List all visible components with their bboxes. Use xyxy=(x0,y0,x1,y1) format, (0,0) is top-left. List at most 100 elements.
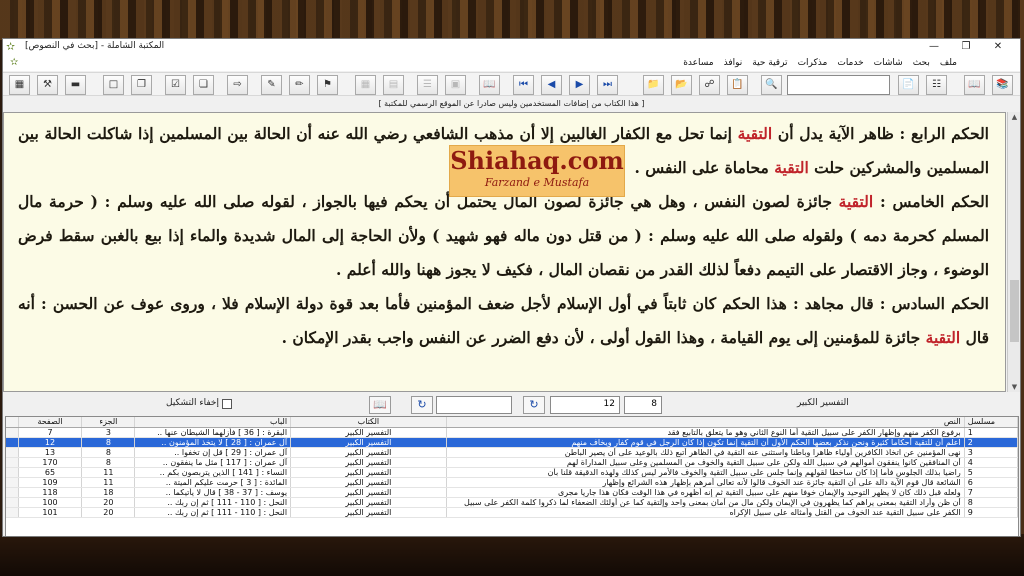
page-input[interactable]: 12 xyxy=(550,396,620,414)
cell-part: 11 xyxy=(81,477,136,488)
cell-text: برفوع الكفر منهم وإظهار الكفر على سبيل ا… xyxy=(446,427,965,438)
library-icon[interactable]: 📖 xyxy=(964,75,985,95)
note-icon[interactable]: ✎ xyxy=(261,75,282,95)
book-view-icon[interactable]: 📖 xyxy=(369,396,391,414)
minimize-button[interactable]: — xyxy=(918,39,950,55)
cell-part: 8 xyxy=(81,457,136,468)
header-text[interactable]: النص xyxy=(446,417,965,428)
part-search-input[interactable] xyxy=(436,396,512,414)
cell-part: 8 xyxy=(81,447,136,458)
search-results-grid[interactable]: الصفحة الجزء الباب الكتاب النص مسلسل 73ا… xyxy=(5,416,1019,536)
scroll-thumb[interactable] xyxy=(1010,280,1019,342)
cell-part: 8 xyxy=(81,437,136,448)
table-row[interactable]: 12 8 آل عمران : [ 28 ] لا يتخذ المؤمنون ..… xyxy=(6,437,1018,448)
new-document-icon[interactable]: □ xyxy=(103,75,124,95)
header-page[interactable]: الصفحة xyxy=(18,417,83,428)
menu-windows[interactable]: نوافذ xyxy=(719,58,748,68)
open-folder-icon[interactable]: 📂 xyxy=(671,75,692,95)
row-gutter[interactable] xyxy=(6,497,19,508)
cell-serial: 7 xyxy=(964,487,1018,498)
copy-icon[interactable]: ❐ xyxy=(131,75,152,95)
cell-serial: 1 xyxy=(964,427,1018,438)
menu-help[interactable]: مساعدة xyxy=(678,58,718,68)
tools-icon[interactable]: ⚒ xyxy=(37,75,58,95)
cell-book: التفسير الكبير xyxy=(290,477,447,488)
folder-icon[interactable]: 📁 xyxy=(643,75,664,95)
tree-icon[interactable]: ☷ xyxy=(926,75,947,95)
row-gutter-header xyxy=(6,417,19,428)
previous-page-icon[interactable]: ◀ xyxy=(541,75,562,95)
cell-serial: 9 xyxy=(964,507,1018,518)
results-header-row: الصفحة الجزء الباب الكتاب النص مسلسل xyxy=(6,417,1018,428)
bookmark-icon[interactable]: ⚑ xyxy=(317,75,338,95)
hide-diacritics-checkbox[interactable] xyxy=(222,399,232,409)
binoculars-icon[interactable]: ☍ xyxy=(699,75,720,95)
maximize-button[interactable]: ❐ xyxy=(950,39,982,55)
header-serial[interactable]: مسلسل xyxy=(964,417,1018,428)
row-gutter[interactable] xyxy=(6,427,19,438)
row-gutter[interactable] xyxy=(6,447,19,458)
menu-live-update[interactable]: ترقية حية xyxy=(747,58,792,68)
pencil-icon[interactable]: ✏ xyxy=(289,75,310,95)
toolbar-search-input[interactable] xyxy=(787,75,890,95)
tag-icon[interactable]: ▬ xyxy=(65,75,86,95)
row-gutter[interactable] xyxy=(6,457,19,468)
watermark-title: Shiahaq.com xyxy=(450,146,624,175)
cell-book: التفسير الكبير xyxy=(290,507,447,518)
row-gutter[interactable] xyxy=(6,487,19,498)
clipboard-icon[interactable]: 📋 xyxy=(727,75,748,95)
menu-search[interactable]: بحث xyxy=(908,58,935,68)
row-gutter[interactable] xyxy=(6,477,19,488)
menu-notes[interactable]: مذكرات xyxy=(793,58,833,68)
row-gutter[interactable] xyxy=(6,467,19,478)
header-chapter[interactable]: الباب xyxy=(134,417,292,428)
new-note-icon[interactable]: 📄 xyxy=(898,75,919,95)
books-icon[interactable]: 📚 xyxy=(992,75,1013,95)
table-row[interactable]: 101 20 النحل : [ 110 - 111 ] ثم إن ربك .. ا… xyxy=(6,507,1018,518)
table-row[interactable]: 170 8 آل عمران : [ 117 ] مثل ما ينفقون .. ا… xyxy=(6,457,1018,468)
disabled-list-icon: ☰ xyxy=(417,75,438,95)
toolbar: ▦ ⚒ ▬ □ ❐ ☑ ❏ ⇨ ✎ ✏ ⚑ ▦ ▤ ☰ ▣ 📖 ⏮ ◀ ▶ ⏭ … xyxy=(3,72,1020,96)
open-book-icon[interactable]: 📖 xyxy=(479,75,500,95)
row-gutter[interactable] xyxy=(6,437,19,448)
cell-page: 13 xyxy=(18,447,83,458)
checklist-icon[interactable]: ☑ xyxy=(165,75,186,95)
part-input[interactable]: 8 xyxy=(624,396,662,414)
pages-icon[interactable]: ❏ xyxy=(193,75,214,95)
find-icon[interactable]: 🔍 xyxy=(761,75,782,95)
close-button[interactable]: ✕ xyxy=(982,39,1014,55)
cell-chapter: يوسف : [ 37 - 38 ] قال لا يأتيكما .. xyxy=(134,487,292,498)
cell-chapter: النساء : [ 141 ] الذين يتربصون بكم .. xyxy=(134,467,292,478)
scroll-down-icon[interactable]: ▼ xyxy=(1008,383,1020,391)
disabled-print-icon: ▤ xyxy=(383,75,404,95)
menu-screens[interactable]: شاشات xyxy=(869,58,908,68)
cell-page: 100 xyxy=(18,497,83,508)
menu-file[interactable]: ملف xyxy=(935,58,962,68)
table-row[interactable]: 118 18 يوسف : [ 37 - 38 ] قال لا يأتيكما .… xyxy=(6,487,1018,498)
app-icon: ✫ xyxy=(6,40,16,53)
table-row[interactable]: 7 3 البقرة : [ 36 ] فأزلهما الشيطان عنها .… xyxy=(6,427,1018,438)
header-part[interactable]: الجزء xyxy=(81,417,136,428)
next-page-icon[interactable]: ▶ xyxy=(569,75,590,95)
cell-part: 20 xyxy=(81,497,136,508)
menu-services[interactable]: خدمات xyxy=(832,58,868,68)
table-row[interactable]: 65 11 النساء : [ 141 ] الذين يتربصون بكم .… xyxy=(6,467,1018,478)
scroll-up-icon[interactable]: ▲ xyxy=(1008,113,1020,121)
window-title: المكتبة الشاملة - [بحث في النصوص] xyxy=(25,41,165,51)
export-icon[interactable]: ⇨ xyxy=(227,75,248,95)
table-row[interactable]: 100 20 النحل : [ 110 - 111 ] ثم إن ربك .. ا… xyxy=(6,497,1018,508)
cell-chapter: النحل : [ 110 - 111 ] ثم إن ربك .. xyxy=(134,497,292,508)
header-book[interactable]: الكتاب xyxy=(290,417,447,428)
grid-icon[interactable]: ▦ xyxy=(9,75,30,95)
row-gutter[interactable] xyxy=(6,507,19,518)
go-page-icon[interactable]: ↻ xyxy=(523,396,545,414)
table-row[interactable]: 13 8 آل عمران : [ 29 ] قل إن تخفوا .. التفس… xyxy=(6,447,1018,458)
go-part-icon[interactable]: ↻ xyxy=(411,396,433,414)
text-segment: الحكم الخامس : xyxy=(873,192,989,211)
first-page-icon[interactable]: ⏮ xyxy=(513,75,534,95)
mdi-icon: ✫ xyxy=(10,57,19,68)
last-page-icon[interactable]: ⏭ xyxy=(597,75,618,95)
cell-page: 12 xyxy=(18,437,83,448)
table-row[interactable]: 109 11 المائدة : [ 3 ] حرمت عليكم الميتة .… xyxy=(6,477,1018,488)
text-scrollbar[interactable]: ▲ ▼ xyxy=(1007,112,1020,392)
